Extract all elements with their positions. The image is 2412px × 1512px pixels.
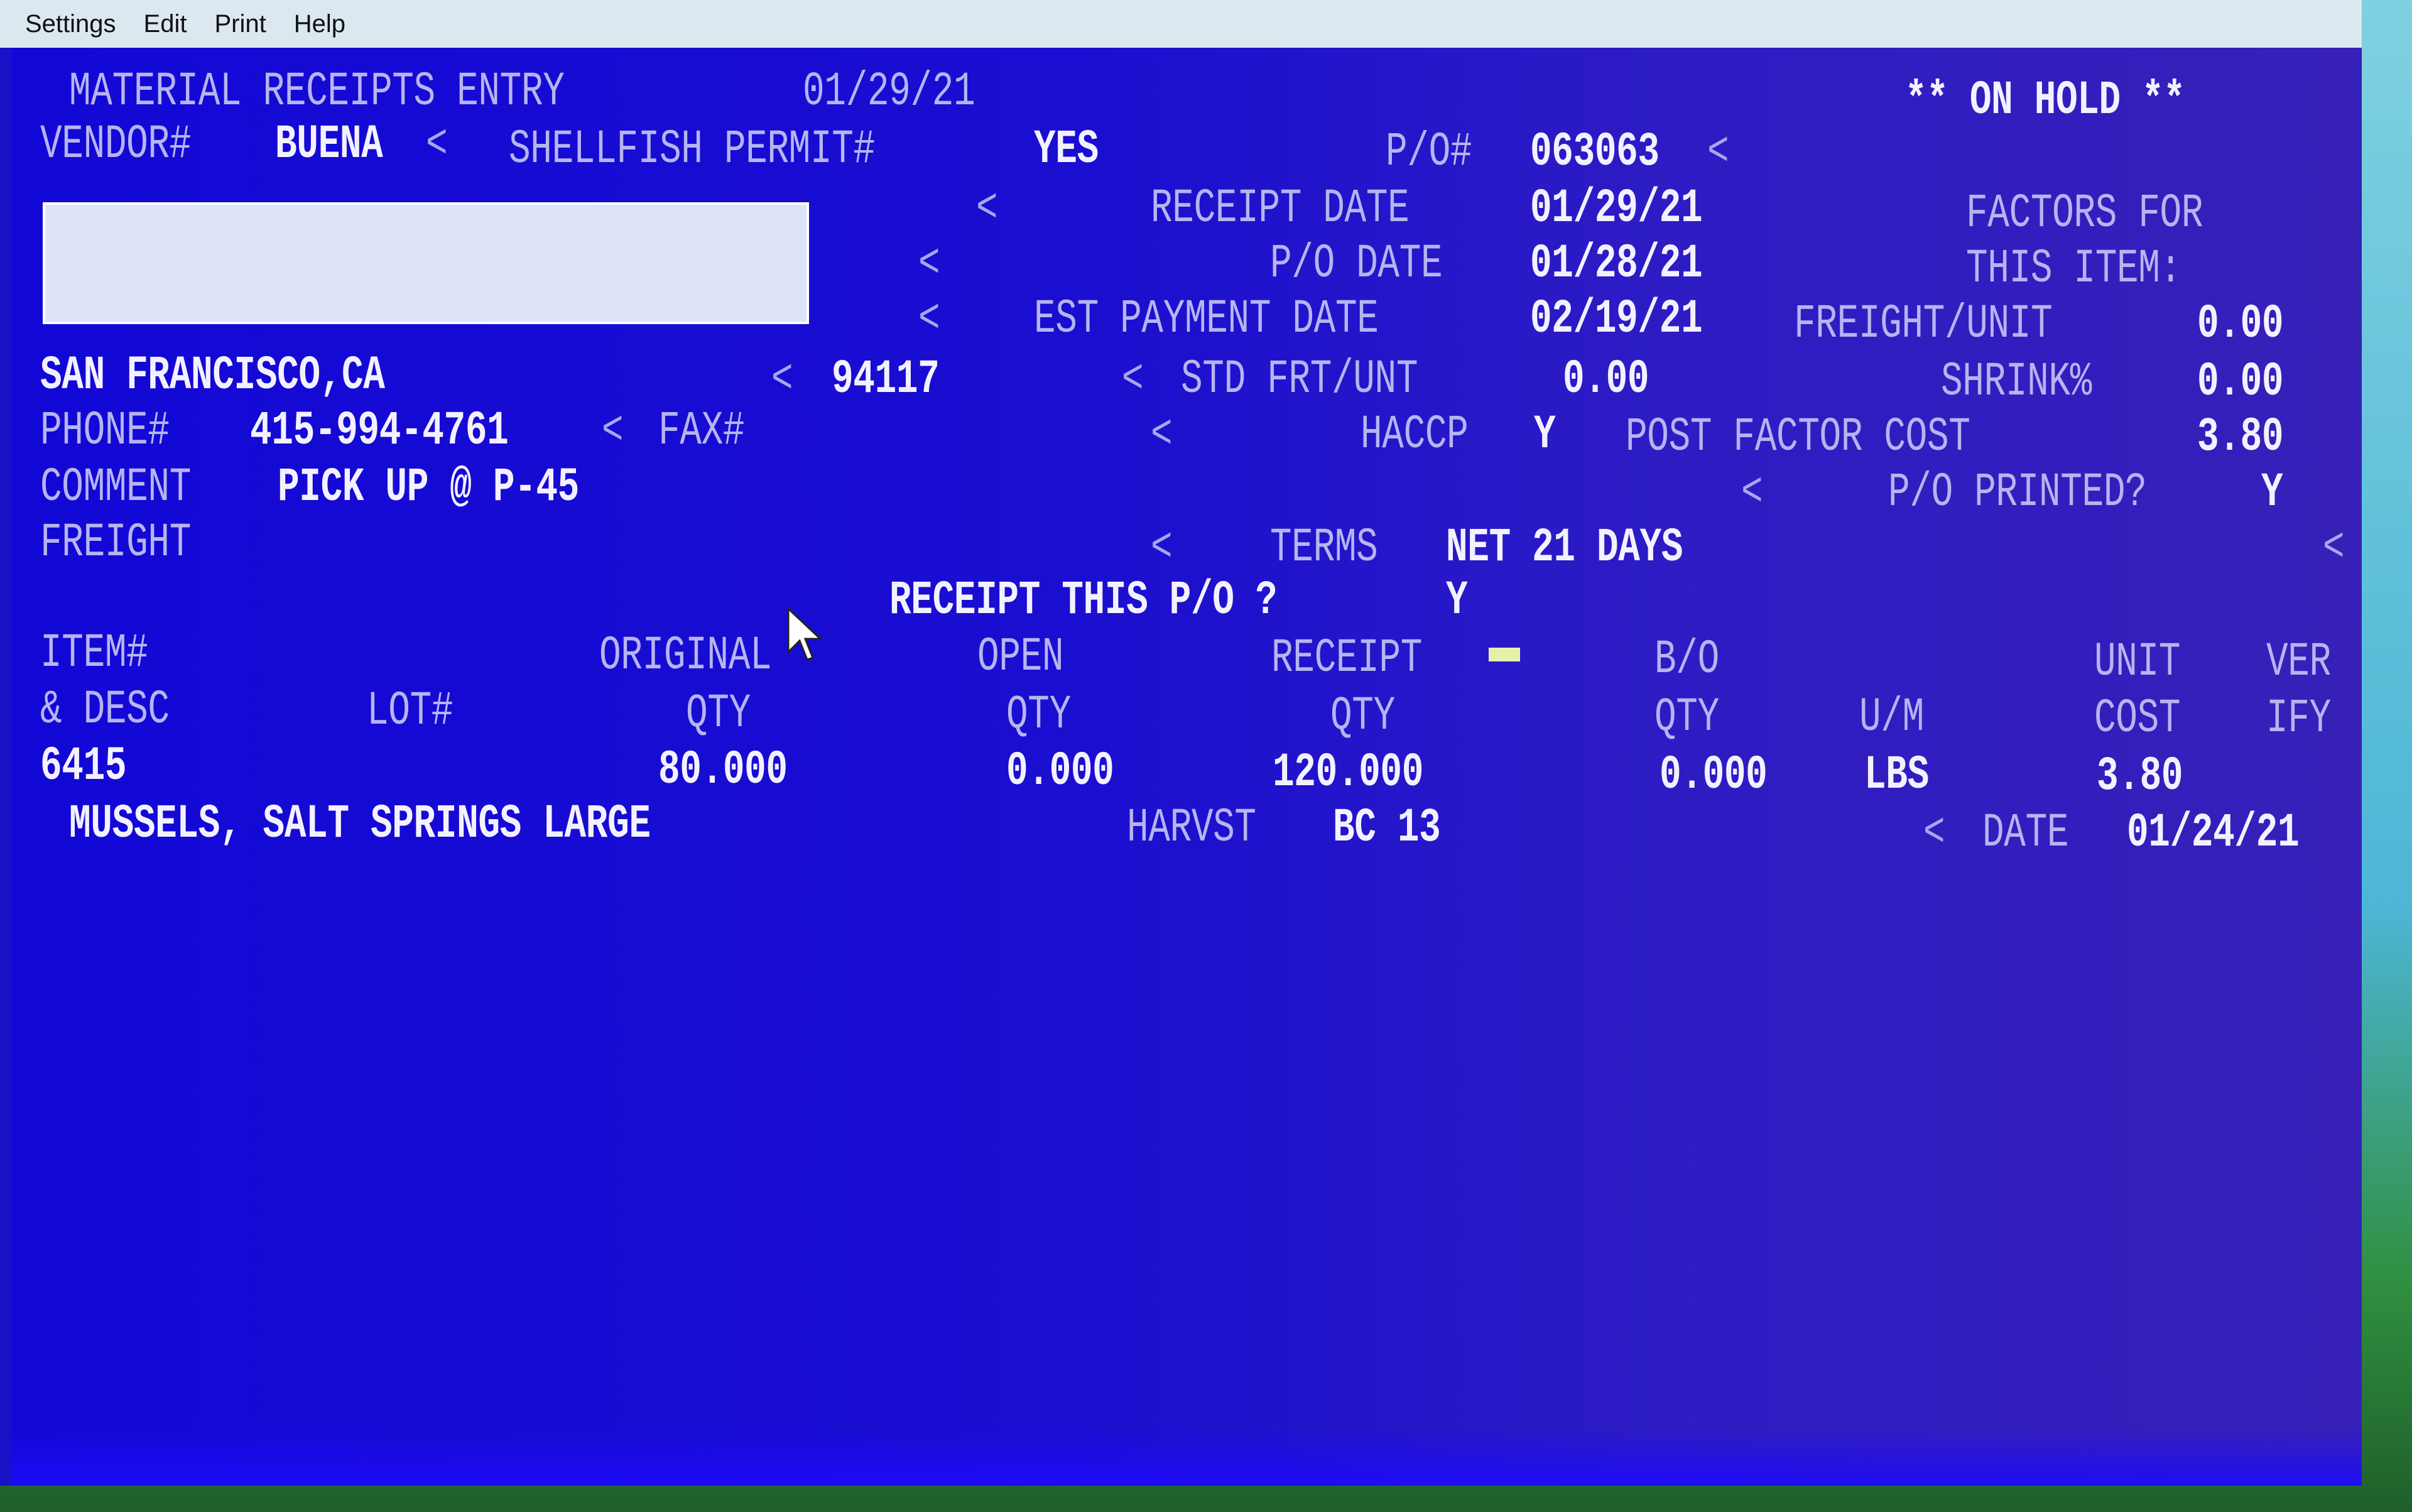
- est-payment-date-field[interactable]: 02/19/21: [1530, 291, 1703, 347]
- col-receipt-qty-header: QTY: [1330, 689, 1395, 743]
- city-state-field[interactable]: SAN FRANCISCO,CA: [40, 348, 385, 403]
- vendor-field[interactable]: BUENA: [275, 117, 383, 172]
- terminal-window: Settings Edit Print Help MATERIAL RECEIP…: [0, 0, 2362, 1486]
- comment-field[interactable]: PICK UP @ P-45: [278, 460, 579, 515]
- col-desc-header: & DESC: [40, 683, 170, 737]
- shellfish-permit-label: SHELLFISH PERMIT#: [509, 122, 875, 177]
- terms-label: TERMS: [1270, 521, 1378, 575]
- po-printed-label: P/O PRINTED?: [1888, 465, 2147, 519]
- po-date-label: P/O DATE: [1270, 237, 1443, 291]
- fax-label: FAX#: [658, 404, 745, 458]
- address2-marker: <: [918, 237, 940, 291]
- col-receipt-header: RECEIPT: [1271, 631, 1422, 685]
- harvest-date-field[interactable]: 01/24/21: [2127, 805, 2300, 861]
- std-frt-unt-field[interactable]: 0.00: [1563, 352, 1649, 407]
- redacted-address-block: [43, 202, 809, 324]
- mouse-pointer-icon: [787, 607, 823, 661]
- col-item-header: ITEM#: [40, 626, 148, 680]
- col-unit-header: UNIT: [2094, 635, 2181, 689]
- po-number-label: P/O#: [1386, 125, 1472, 179]
- vendor-label: VENDOR#: [40, 117, 191, 171]
- shrink-label: SHRINK%: [1941, 355, 2092, 409]
- menu-bar: Settings Edit Print Help: [0, 0, 2362, 48]
- bo-qty-cell: 0.000: [1660, 748, 1768, 802]
- menu-help[interactable]: Help: [280, 0, 359, 48]
- harvest-label: HARVST: [1127, 801, 1256, 855]
- menu-settings[interactable]: Settings: [0, 0, 130, 48]
- freight-unit-label: FREIGHT/UNIT: [1794, 297, 2053, 351]
- address3-marker: <: [918, 292, 940, 346]
- std-frt-unt-label: STD FRT/UNT: [1181, 352, 1418, 406]
- haccp-label: HACCP: [1361, 408, 1469, 462]
- terms-marker: <: [1151, 521, 1173, 575]
- terminal-screen[interactable]: MATERIAL RECEIPTS ENTRY 01/29/21 ** ON H…: [11, 48, 2362, 1486]
- col-ify-header: IFY: [2266, 692, 2331, 746]
- menu-edit[interactable]: Edit: [130, 0, 201, 48]
- po-number-marker: <: [1707, 125, 1729, 179]
- col-bo-header: B/O: [1654, 633, 1719, 687]
- on-hold-status: ** ON HOLD **: [1905, 73, 2185, 128]
- freight-unit-value: 0.00: [2197, 297, 2284, 351]
- col-open-header: OPEN: [977, 630, 1064, 684]
- col-open-qty-header: QTY: [1006, 688, 1071, 742]
- col-lot-header: LOT#: [367, 684, 454, 738]
- freight-label: FREIGHT: [40, 516, 191, 570]
- col-original-qty-header: QTY: [686, 687, 751, 741]
- shellfish-permit-field[interactable]: YES: [1034, 122, 1099, 177]
- shrink-value: 0.00: [2197, 355, 2284, 409]
- um-cell: LBS: [1864, 748, 1929, 802]
- city-marker: <: [771, 352, 793, 406]
- phone-field[interactable]: 415-994-4761: [250, 403, 509, 459]
- col-um-header: U/M: [1859, 690, 1924, 744]
- zip-marker: <: [1122, 352, 1144, 406]
- receipt-prompt-answer[interactable]: Y: [1446, 573, 1468, 628]
- phone-label: PHONE#: [40, 404, 170, 458]
- post-factor-cost-value: 3.80: [2197, 410, 2284, 464]
- col-ver-header: VER: [2266, 635, 2331, 689]
- est-payment-date-label: EST PAYMENT DATE: [1034, 292, 1379, 346]
- harvest-field[interactable]: BC 13: [1333, 800, 1441, 856]
- date-marker: <: [1923, 806, 1945, 860]
- receipt-date-label: RECEIPT DATE: [1151, 182, 1410, 236]
- row-end-marker: <: [2323, 521, 2345, 575]
- receipt-prompt-label: RECEIPT THIS P/O ?: [889, 574, 1278, 628]
- comment-label: COMMENT: [40, 460, 191, 514]
- menu-print[interactable]: Print: [200, 0, 280, 48]
- haccp-marker: <: [1151, 408, 1173, 462]
- screen-title: MATERIAL RECEIPTS ENTRY: [69, 65, 565, 119]
- po-printed-field[interactable]: Y: [2261, 465, 2283, 520]
- unit-cost-cell[interactable]: 3.80: [2097, 749, 2183, 804]
- item-description: MUSSELS, SALT SPRINGS LARGE: [69, 797, 651, 851]
- vendor-field-marker: <: [426, 117, 448, 171]
- receipt-qty-cell[interactable]: 120.000: [1273, 745, 1423, 800]
- zip-field[interactable]: 94117: [832, 352, 940, 407]
- harvest-date-label: DATE: [1982, 806, 2069, 860]
- open-qty-cell: 0.000: [1006, 744, 1114, 798]
- po-printed-marker: <: [1741, 465, 1763, 519]
- item-number-cell[interactable]: 6415: [40, 739, 127, 794]
- original-qty-cell: 80.000: [658, 743, 788, 797]
- terms-field[interactable]: NET 21 DAYS: [1446, 520, 1683, 575]
- col-original-header: ORIGINAL: [599, 629, 772, 683]
- phone-marker: <: [602, 404, 624, 458]
- factors-title-line1: FACTORS FOR: [1966, 187, 2203, 241]
- post-factor-cost-label: POST FACTOR COST: [1626, 410, 1970, 464]
- screen-date: 01/29/21: [803, 65, 975, 119]
- col-bo-qty-header: QTY: [1654, 690, 1719, 744]
- factors-title-line2: THIS ITEM:: [1966, 242, 2181, 296]
- po-number-field[interactable]: 063063: [1530, 124, 1660, 180]
- receipt-date-field[interactable]: 01/29/21: [1530, 181, 1703, 236]
- po-date-field[interactable]: 01/28/21: [1530, 236, 1703, 291]
- address1-marker: <: [976, 182, 998, 236]
- text-cursor: [1489, 648, 1520, 661]
- col-cost-header: COST: [2094, 692, 2181, 746]
- haccp-field[interactable]: Y: [1534, 407, 1556, 462]
